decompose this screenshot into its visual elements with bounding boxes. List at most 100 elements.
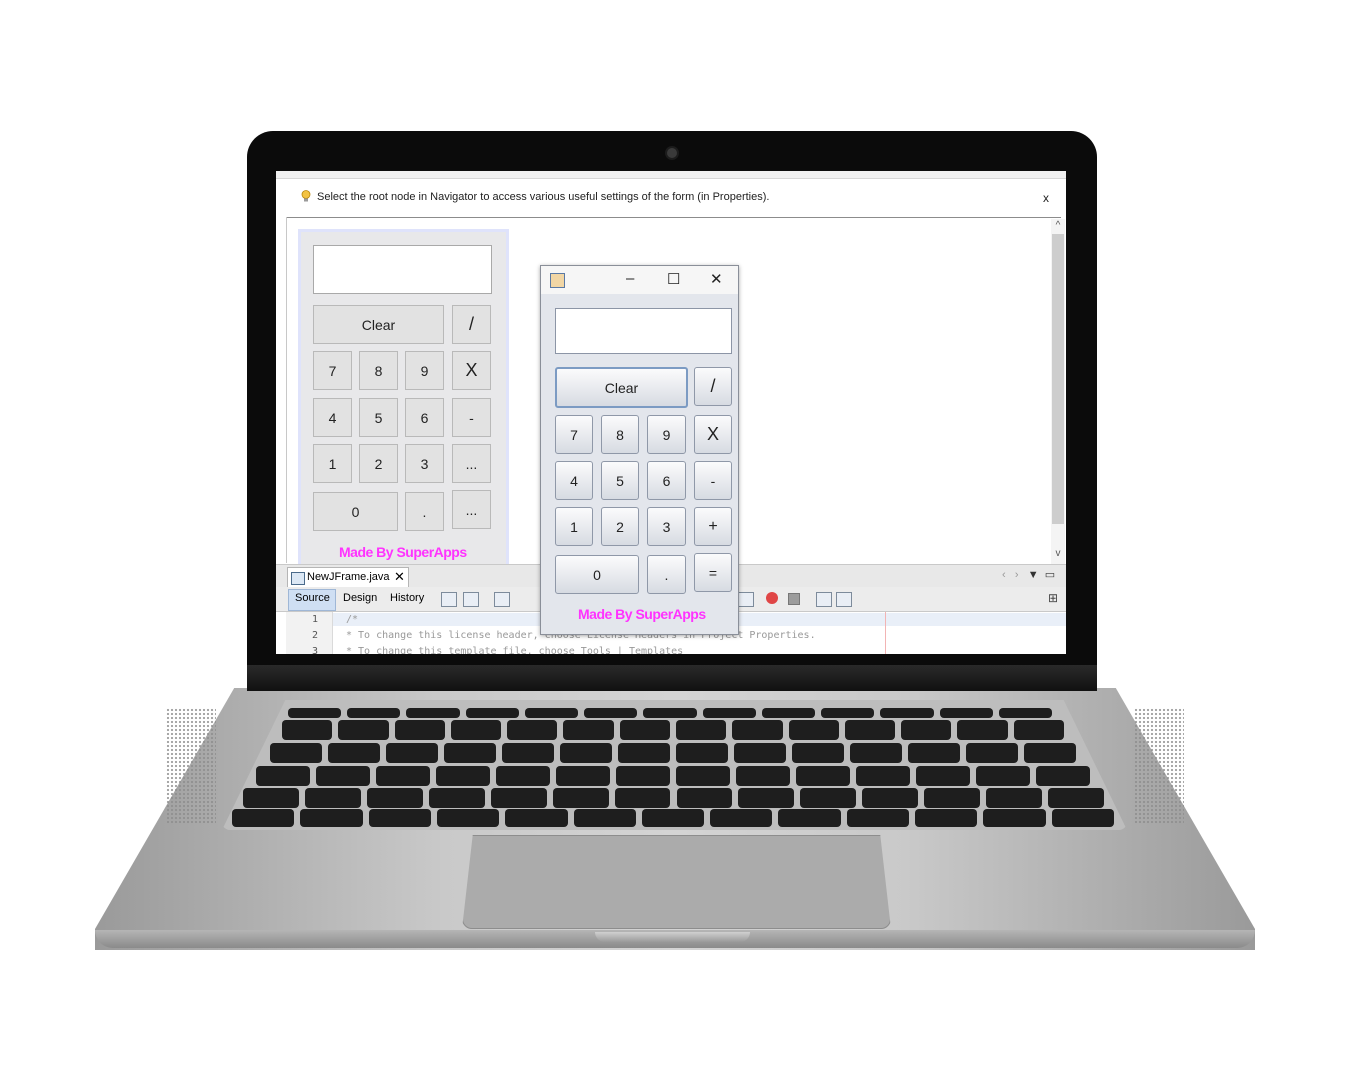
maximize-icon[interactable]: ☐ <box>667 270 680 288</box>
keyboard-key <box>616 766 670 786</box>
keyboard-key <box>736 766 790 786</box>
tab-design[interactable]: Design <box>343 592 377 604</box>
keyboard-key <box>386 743 438 763</box>
digit-7-button[interactable]: 7 <box>555 415 593 454</box>
tab-right-icon[interactable]: › <box>1015 569 1019 581</box>
tab-source[interactable]: Source <box>295 592 330 604</box>
maximize-editor-icon[interactable]: ▭ <box>1045 569 1055 581</box>
scroll-down-icon[interactable]: v <box>1052 548 1064 559</box>
plus-button[interactable]: + <box>694 507 732 546</box>
forward-icon[interactable] <box>463 592 479 607</box>
hint-text: Select the root node in Navigator to acc… <box>317 191 770 203</box>
digit-6-button[interactable]: 6 <box>647 461 686 500</box>
keyboard-key <box>846 809 910 827</box>
hint-close-button[interactable]: x <box>1043 191 1049 205</box>
keyboard-key <box>880 708 934 718</box>
keyboard-key <box>465 708 519 718</box>
line-number: 2 <box>311 630 318 641</box>
trackpad[interactable] <box>462 835 891 929</box>
split-view-icon[interactable]: ⊞ <box>1048 591 1058 605</box>
scrollbar-thumb[interactable] <box>1052 234 1064 524</box>
design-digit-5-button[interactable]: 5 <box>359 398 398 437</box>
equals-button[interactable]: = <box>694 553 732 592</box>
keyboard-key <box>496 766 550 786</box>
design-ellipsis-button[interactable]: ... <box>452 490 491 529</box>
design-divide-button[interactable]: / <box>452 305 491 344</box>
tab-history[interactable]: History <box>390 592 424 604</box>
keyboard-key <box>916 766 970 786</box>
line-number: 3 <box>311 646 318 654</box>
tab-controls[interactable]: ‹ › ▼ ▭ <box>1002 568 1055 581</box>
keyboard-key <box>1013 720 1064 740</box>
keyboard-key <box>502 743 554 763</box>
keyboard-key <box>734 743 786 763</box>
design-form-calculator[interactable]: Clear / 7 8 9 X 4 5 6 - 1 2 3 ... 0 . ..… <box>298 229 509 575</box>
design-digit-8-button[interactable]: 8 <box>359 351 398 390</box>
keyboard-key <box>821 708 875 718</box>
design-decimal-button[interactable]: . <box>405 492 444 531</box>
calculator-display[interactable] <box>555 308 732 354</box>
digit-8-button[interactable]: 8 <box>601 415 639 454</box>
decimal-button[interactable]: . <box>647 555 686 594</box>
keyboard-key <box>796 766 850 786</box>
design-digit-2-button[interactable]: 2 <box>359 444 398 483</box>
design-digit-1-button[interactable]: 1 <box>313 444 352 483</box>
scroll-up-icon[interactable]: ^ <box>1052 220 1064 231</box>
keyboard-key <box>862 788 919 808</box>
design-clear-button[interactable]: Clear <box>313 305 444 344</box>
file-tab[interactable]: NewJFrame.java ✕ <box>287 567 409 587</box>
digit-1-button[interactable]: 1 <box>555 507 593 546</box>
uncomment-icon[interactable] <box>836 592 852 607</box>
design-digit-3-button[interactable]: 3 <box>405 444 444 483</box>
design-digit-7-button[interactable]: 7 <box>313 351 352 390</box>
keyboard-key <box>328 743 380 763</box>
keyboard-key <box>800 788 857 808</box>
keyboard-key <box>394 720 445 740</box>
brand-label: Made By SuperApps <box>578 606 706 622</box>
history-icon[interactable] <box>494 592 510 607</box>
minimize-icon[interactable]: – <box>626 270 634 287</box>
clear-button[interactable]: Clear <box>555 367 688 408</box>
design-multiply-button[interactable]: X <box>452 351 491 390</box>
close-icon[interactable]: ✕ <box>710 270 723 288</box>
keyboard-key <box>676 788 733 808</box>
back-icon[interactable] <box>441 592 457 607</box>
keyboard-key <box>444 743 496 763</box>
digit-3-button[interactable]: 3 <box>647 507 686 546</box>
keyboard-key <box>366 788 423 808</box>
keyboard-key <box>908 743 960 763</box>
minus-button[interactable]: - <box>694 461 732 500</box>
design-display-field[interactable] <box>313 245 492 294</box>
design-digit-4-button[interactable]: 4 <box>313 398 352 437</box>
keyboard-key <box>376 766 430 786</box>
file-tab-close-icon[interactable]: ✕ <box>394 569 405 585</box>
calculator-window[interactable]: – ☐ ✕ Clear / 7 8 9 X 4 5 6 - 1 2 3 + 0 … <box>540 265 739 635</box>
stop-macro-icon[interactable] <box>788 593 800 605</box>
design-digit-0-button[interactable]: 0 <box>313 492 398 531</box>
design-minus-button[interactable]: - <box>452 398 491 437</box>
digit-9-button[interactable]: 9 <box>647 415 686 454</box>
keyboard-key <box>338 720 389 740</box>
record-macro-icon[interactable] <box>766 592 778 604</box>
keyboard-key <box>288 708 342 718</box>
design-digit-6-button[interactable]: 6 <box>405 398 444 437</box>
line-number: 1 <box>311 614 318 625</box>
line-number-gutter: 1 2 3 <box>286 612 333 654</box>
tab-list-icon[interactable]: ▼ <box>1028 569 1039 581</box>
digit-0-button[interactable]: 0 <box>555 555 639 594</box>
design-ellipsis-button[interactable]: ... <box>452 444 491 483</box>
keyboard-key <box>966 743 1018 763</box>
keyboard-key <box>347 708 401 718</box>
design-brand-label: Made By SuperApps <box>339 544 467 560</box>
design-digit-9-button[interactable]: 9 <box>405 351 444 390</box>
window-titlebar[interactable]: – ☐ ✕ <box>541 266 738 294</box>
digit-5-button[interactable]: 5 <box>601 461 639 500</box>
multiply-button[interactable]: X <box>694 415 732 454</box>
shift-icon[interactable] <box>738 592 754 607</box>
digit-2-button[interactable]: 2 <box>601 507 639 546</box>
comment-icon[interactable] <box>816 592 832 607</box>
tab-left-icon[interactable]: ‹ <box>1002 569 1006 581</box>
divide-button[interactable]: / <box>694 367 732 406</box>
digit-4-button[interactable]: 4 <box>555 461 593 500</box>
keyboard-key <box>924 788 981 808</box>
